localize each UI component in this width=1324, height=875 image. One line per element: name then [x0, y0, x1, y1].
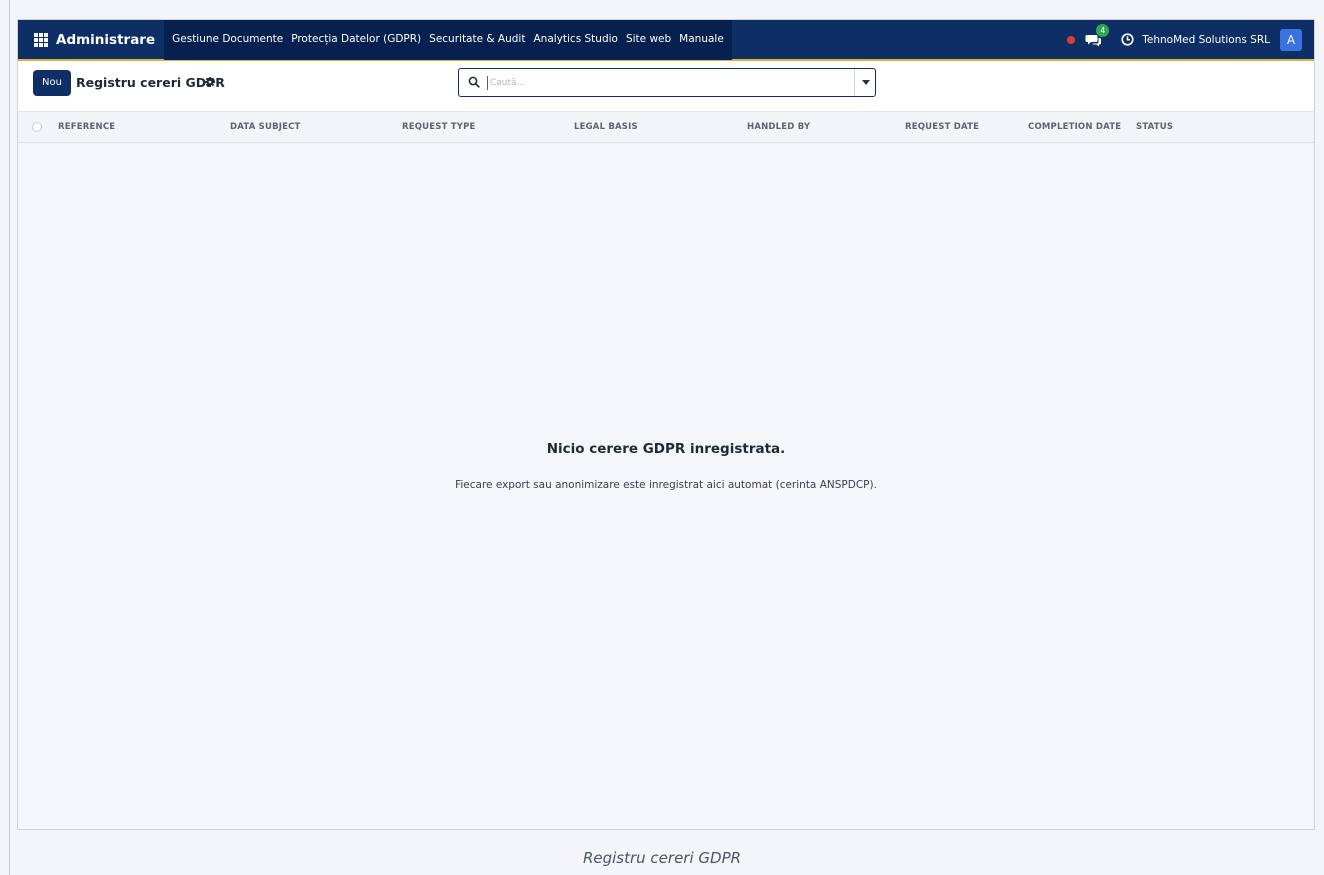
- company-switcher[interactable]: TehnoMed Solutions SRL: [1142, 34, 1270, 46]
- search-divider: [854, 69, 855, 96]
- app-window: Administrare Gestiune Documente Protecți…: [17, 19, 1315, 830]
- page-left-border: [9, 0, 10, 875]
- control-panel: Nou Registru cereri GDPR: [18, 61, 1314, 112]
- filter-dropdown-caret-icon[interactable]: [862, 80, 870, 85]
- menu-item-securitate-audit[interactable]: Securitate & Audit: [421, 20, 525, 60]
- apps-grid-icon[interactable]: [34, 32, 48, 47]
- menu-item-site-web[interactable]: Site web: [618, 20, 671, 60]
- menu-item-analytics-studio[interactable]: Analytics Studio: [525, 20, 617, 60]
- search-input[interactable]: [490, 74, 830, 92]
- recording-indicator-icon[interactable]: [1067, 35, 1076, 44]
- column-header-data-subject[interactable]: DATA SUBJECT: [230, 122, 301, 132]
- menu-item-gestiune-documente[interactable]: Gestiune Documente: [164, 20, 283, 60]
- new-button[interactable]: Nou: [33, 70, 71, 96]
- main-menu: Gestiune Documente Protecția Datelor (GD…: [164, 20, 732, 60]
- navbar-systray: 4 TehnoMed Solutions SRL A: [1067, 20, 1314, 60]
- column-header-handled-by[interactable]: HANDLED BY: [747, 122, 810, 132]
- search-bar: [458, 68, 876, 97]
- clock-icon: [1121, 33, 1134, 46]
- select-all-checkbox[interactable]: [32, 122, 42, 132]
- column-header-request-type[interactable]: REQUEST TYPE: [402, 122, 476, 132]
- top-navbar: Administrare Gestiune Documente Protecți…: [18, 20, 1314, 61]
- menu-item-protectia-datelor[interactable]: Protecția Datelor (GDPR): [283, 20, 421, 60]
- messages-button[interactable]: 4: [1085, 23, 1110, 48]
- figure-caption: Registru cereri GDPR: [582, 849, 742, 867]
- text-cursor: [487, 76, 488, 90]
- column-header-status[interactable]: STATUS: [1136, 122, 1173, 132]
- gear-icon[interactable]: [205, 77, 215, 87]
- column-header-completion-date[interactable]: COMPLETION DATE: [1028, 122, 1121, 132]
- column-header-legal-basis[interactable]: LEGAL BASIS: [574, 122, 638, 132]
- table-header: REFERENCE DATA SUBJECT REQUEST TYPE LEGA…: [18, 112, 1314, 143]
- empty-state-subtitle: Fiecare export sau anonimizare este inre…: [455, 479, 877, 491]
- search-icon: [468, 76, 480, 88]
- column-header-request-date[interactable]: REQUEST DATE: [905, 122, 979, 132]
- menu-item-manuale[interactable]: Manuale: [671, 20, 724, 60]
- page-title: Registru cereri GDPR: [76, 75, 225, 90]
- activities-button[interactable]: [1121, 33, 1134, 46]
- column-header-reference[interactable]: REFERENCE: [58, 122, 115, 132]
- message-count-badge: 4: [1096, 23, 1110, 37]
- user-avatar[interactable]: A: [1280, 28, 1302, 51]
- empty-state-title: Nicio cerere GDPR inregistrata.: [546, 441, 786, 457]
- app-name[interactable]: Administrare: [56, 32, 155, 48]
